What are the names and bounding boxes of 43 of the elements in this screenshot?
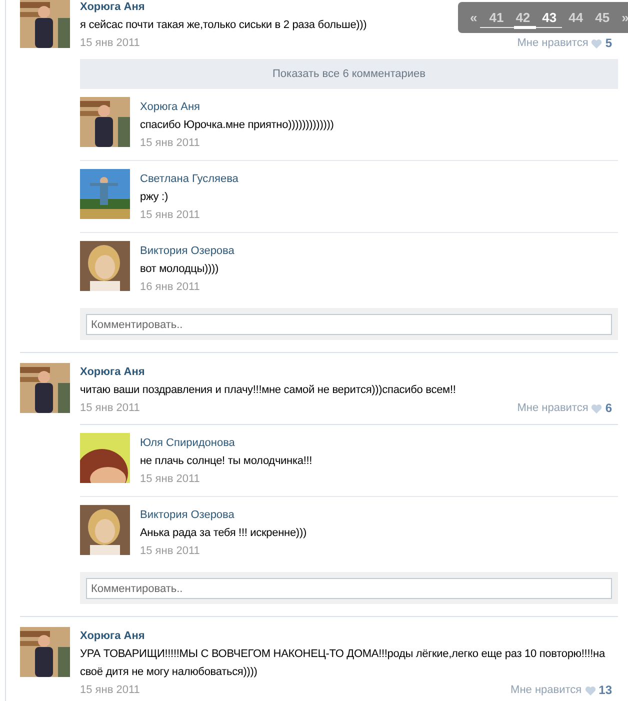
author-name[interactable]: Хорюга Аня (80, 627, 145, 645)
post-text: я сейсас почти такая же,только сиськи в 2 раза больше))) (80, 18, 367, 33)
post-date: 15 янв 2011 (80, 401, 140, 416)
comment-author[interactable]: Виктория Озерова (140, 242, 234, 260)
author-name[interactable]: Хорюга Аня (80, 363, 145, 381)
like-link[interactable]: Мне нравится (517, 399, 588, 418)
show-all-comments-button[interactable]: Показать все 6 комментариев (80, 59, 618, 89)
post-date: 15 янв 2011 (80, 683, 140, 698)
like-link[interactable]: Мне нравится (517, 34, 588, 53)
comment-text: Анька рада за тебя !!! искренне))) (140, 526, 306, 541)
comment-author[interactable]: Юля Спиридонова (140, 434, 235, 452)
page-number[interactable]: 41 (489, 10, 504, 26)
previous-page-button[interactable]: « (470, 10, 478, 26)
comment-text: ржу :) (140, 190, 168, 205)
comment-date: 16 янв 2011 (140, 280, 201, 295)
page-number[interactable]: 42 (516, 10, 530, 26)
comment-date: 15 янв 2011 (140, 544, 201, 559)
heart-icon (584, 686, 596, 696)
like-count: 13 (598, 682, 612, 699)
author-name[interactable]: Хорюга Аня (80, 0, 145, 16)
comment-text: вот молодцы)))) (140, 262, 219, 277)
comment-author[interactable]: Светлана Гусляева (140, 170, 238, 188)
like-link[interactable]: Мне нравится (510, 681, 582, 700)
heart-icon (591, 38, 602, 48)
post-date: 15 янв 2011 (80, 36, 140, 51)
comment-author[interactable]: Хорюга Аня (140, 98, 200, 116)
comment-text: не плачь солнце! ты молодчинка!!! (140, 454, 312, 469)
post-text: УРА ТОВАРИЩИ!!!!!МЫ С ВОВЧЕГОМ НАКОНЕЦ-ТО ДОМА!!!роды лёгкие,легко еще раз 10 повторю!!!!на своё дитя не могу налюбоваться)))) (80, 647, 606, 680)
comment-input[interactable]: Комментировать.. (86, 314, 612, 335)
post-text: читаю ваши поздравления и плачу!!!мне самой не верится)))спасибо всем!! (80, 383, 456, 398)
comment-date: 15 янв 2011 (140, 472, 201, 487)
page-number[interactable]: 44 (568, 10, 584, 26)
comment-input[interactable]: Комментировать.. (86, 578, 612, 599)
comment-author[interactable]: Виктория Озерова (140, 506, 234, 524)
page-number[interactable]: 43 (542, 10, 557, 26)
comment-date: 15 янв 2011 (140, 208, 201, 223)
heart-icon (591, 404, 602, 414)
comment-text: спасибо Юрочка.мне приятно))))))))))))) (140, 118, 334, 133)
page-number[interactable]: 45 (595, 10, 610, 26)
like-count: 5 (605, 35, 612, 52)
next-page-button[interactable]: » (622, 10, 628, 26)
comment-date: 15 янв 2011 (140, 136, 201, 151)
like-count: 6 (605, 400, 612, 417)
